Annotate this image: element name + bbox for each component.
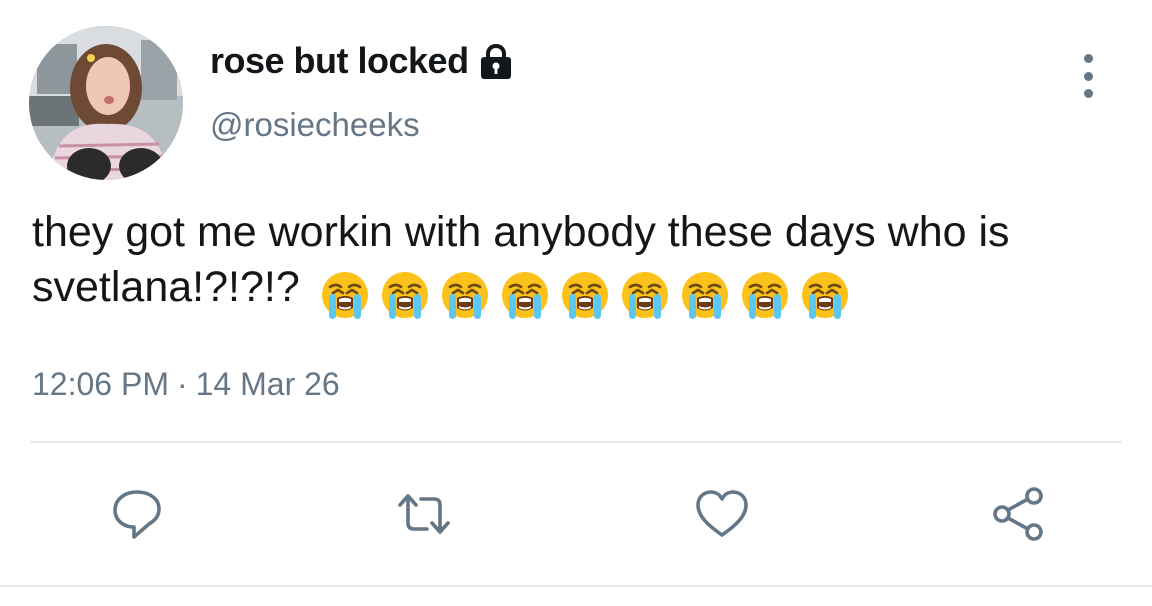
lock-icon bbox=[480, 43, 511, 79]
reply-button[interactable] bbox=[109, 486, 165, 542]
more-options-button[interactable] bbox=[1070, 54, 1106, 98]
retweet-icon bbox=[398, 494, 450, 534]
emoji-row bbox=[320, 270, 860, 325]
more-vertical-icon bbox=[1083, 54, 1093, 63]
loudly-crying-emoji bbox=[620, 270, 670, 320]
tweet-card: rose but locked @rosiecheeks they got me… bbox=[0, 0, 1152, 606]
share-button[interactable] bbox=[990, 486, 1046, 542]
display-name[interactable]: rose but locked bbox=[210, 40, 514, 82]
tweet-text: they got me workin with anybody these da… bbox=[32, 205, 1142, 325]
loudly-crying-emoji bbox=[320, 270, 370, 320]
loudly-crying-emoji bbox=[800, 270, 850, 320]
loudly-crying-emoji bbox=[380, 270, 430, 320]
retweet-button[interactable] bbox=[396, 486, 452, 542]
timestamp[interactable]: 12:06 PM · 14 Mar 26 bbox=[32, 366, 340, 403]
profile-photo bbox=[29, 26, 183, 180]
tweet-date: 14 Mar 26 bbox=[195, 366, 340, 402]
user-handle[interactable]: @rosiecheeks bbox=[210, 106, 420, 144]
bottom-divider bbox=[0, 585, 1152, 587]
loudly-crying-emoji bbox=[500, 270, 550, 320]
like-button[interactable] bbox=[694, 486, 750, 542]
loudly-crying-emoji bbox=[740, 270, 790, 320]
loudly-crying-emoji bbox=[440, 270, 490, 320]
loudly-crying-emoji bbox=[560, 270, 610, 320]
display-name-text: rose but locked bbox=[210, 40, 469, 81]
reply-icon bbox=[113, 490, 161, 539]
avatar[interactable] bbox=[29, 26, 183, 180]
share-icon bbox=[993, 487, 1043, 541]
heart-icon bbox=[696, 490, 748, 537]
separator: · bbox=[176, 366, 188, 402]
loudly-crying-emoji bbox=[680, 270, 730, 320]
divider bbox=[30, 441, 1122, 443]
tweet-time: 12:06 PM bbox=[32, 366, 169, 402]
